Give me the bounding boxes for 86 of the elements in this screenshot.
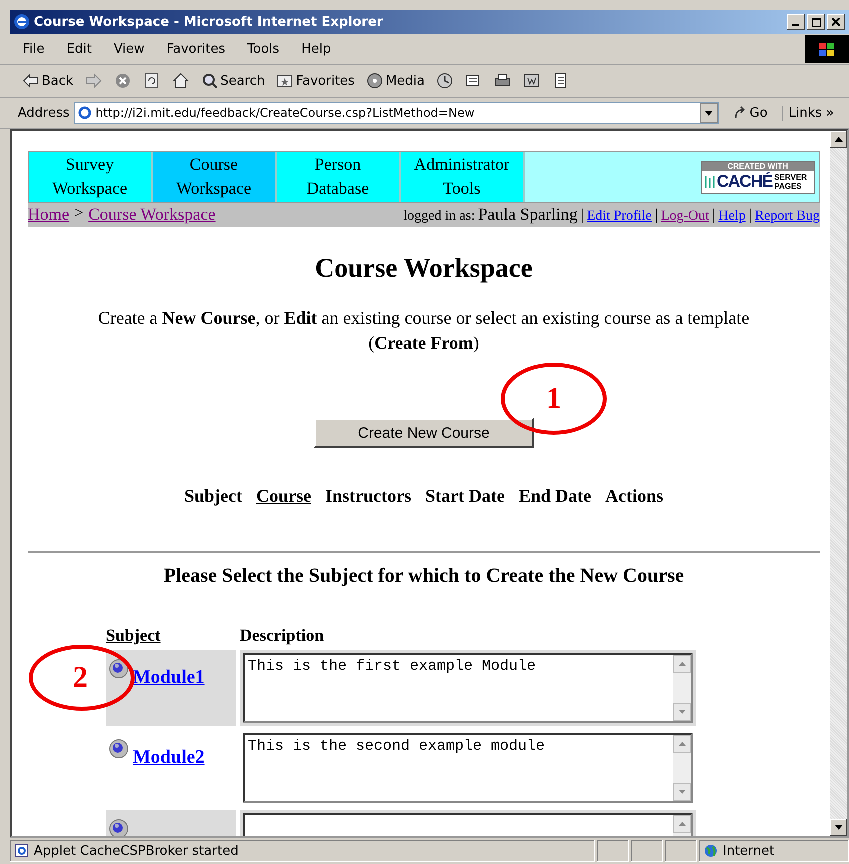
status-pane [631,840,663,862]
column-header: Subject [106,626,162,646]
go-button[interactable]: Go [722,106,778,120]
close-icon [832,18,840,26]
word-document-icon [523,72,542,90]
link-divider: | [748,207,752,225]
radio-button[interactable] [109,819,129,836]
go-arrow-icon [732,106,747,120]
callout-circle: 2 [29,645,135,711]
down-arrow-icon [678,790,686,794]
forward-arrow-icon [84,72,103,90]
user-link[interactable]: Report Bug [755,209,820,225]
nav-tab[interactable]: Administrator Tools [401,152,525,202]
globe-icon [704,844,718,858]
back-arrow-icon [22,72,40,90]
down-arrow-icon [678,710,686,714]
favorites-button[interactable]: Favorites [272,72,359,90]
link-divider: | [712,207,716,225]
address-label: Address [18,106,70,120]
user-link[interactable]: Help [718,209,746,225]
column-header: Instructors [326,486,412,507]
links-button[interactable]: Links [782,106,822,120]
bars-icon [705,174,715,188]
close-button[interactable] [827,14,845,30]
browser-logo-icon [14,14,30,30]
clock-icon [436,72,454,90]
radio-button[interactable] [109,659,129,679]
maximize-icon [812,18,820,26]
login-label: logged in as: [404,209,476,225]
status-text: Applet CacheCSPBroker started [34,844,239,858]
status-pane [597,840,629,862]
caret-icon [704,110,713,116]
page-heading: Course Workspace [314,253,534,284]
page-icon [78,106,92,120]
refresh-icon [142,72,161,90]
more-button[interactable]: » [826,106,834,120]
menu-item[interactable]: File [14,42,54,56]
breadcrumb-link[interactable]: Home [28,205,70,225]
create-course-button[interactable]: Create New Course [314,418,534,448]
down-arrow-icon [834,825,842,830]
menu-item[interactable]: Tools [238,42,289,56]
maximize-button[interactable] [807,14,825,30]
up-arrow-icon [678,822,686,826]
nav-tab[interactable]: Course Workspace [153,152,277,202]
column-header: Actions [606,486,664,507]
menu-item[interactable]: View [104,42,154,56]
breadcrumb-link[interactable]: Course Workspace [88,205,216,225]
windows-logo-icon [805,35,849,63]
callout-circle: 1 [501,363,607,435]
dropdown-button[interactable] [700,103,718,123]
menu-item[interactable]: Favorites [158,42,235,56]
back-button[interactable]: Back [18,72,78,90]
address-field[interactable]: http://i2i.mit.edu/feedback/CreateCourse.csp?ListMethod=New [74,102,719,124]
user-link[interactable]: Edit Profile [587,209,652,225]
window-title: Course Workspace - Microsoft Internet Explorer [34,14,384,30]
up-arrow-icon [678,662,686,666]
user-name: Paula Sparling [478,205,578,225]
up-arrow-icon [834,137,842,142]
page-icon [15,844,29,858]
status-pane [665,840,697,862]
nav-tab[interactable]: Survey Workspace [29,152,153,202]
home-icon [172,72,190,90]
menu-item[interactable]: Help [292,42,340,56]
column-header: End Date [518,486,592,507]
menu-item[interactable]: Edit [58,42,101,56]
intro-text: Create a New Course, or Edit an existing course or select an existing course as a template (Create From) [97,307,751,355]
disc-icon [366,72,384,90]
nav-tab[interactable]: Person Database [277,152,401,202]
stop-icon [114,72,132,90]
column-header: Subject [184,486,242,507]
column-header: Start Date [426,486,505,507]
minimize-button[interactable] [787,14,805,30]
section-heading: Please Select the Subject for which to Create the New Course [162,565,686,588]
media-button[interactable]: Media [362,72,430,90]
link-divider: | [655,207,658,225]
subject-link[interactable]: Module2 [133,747,205,769]
zone-text: Internet [723,844,775,858]
column-header: Description [240,626,326,646]
link-divider: | [580,207,584,225]
up-arrow-icon [678,742,686,746]
radio-button[interactable] [109,739,129,759]
user-link[interactable]: Log-Out [661,209,710,225]
search-button[interactable]: Search [196,72,270,90]
column-header[interactable]: Course [256,486,312,507]
breadcrumb-separator: > [74,205,84,224]
search-icon [200,72,219,90]
